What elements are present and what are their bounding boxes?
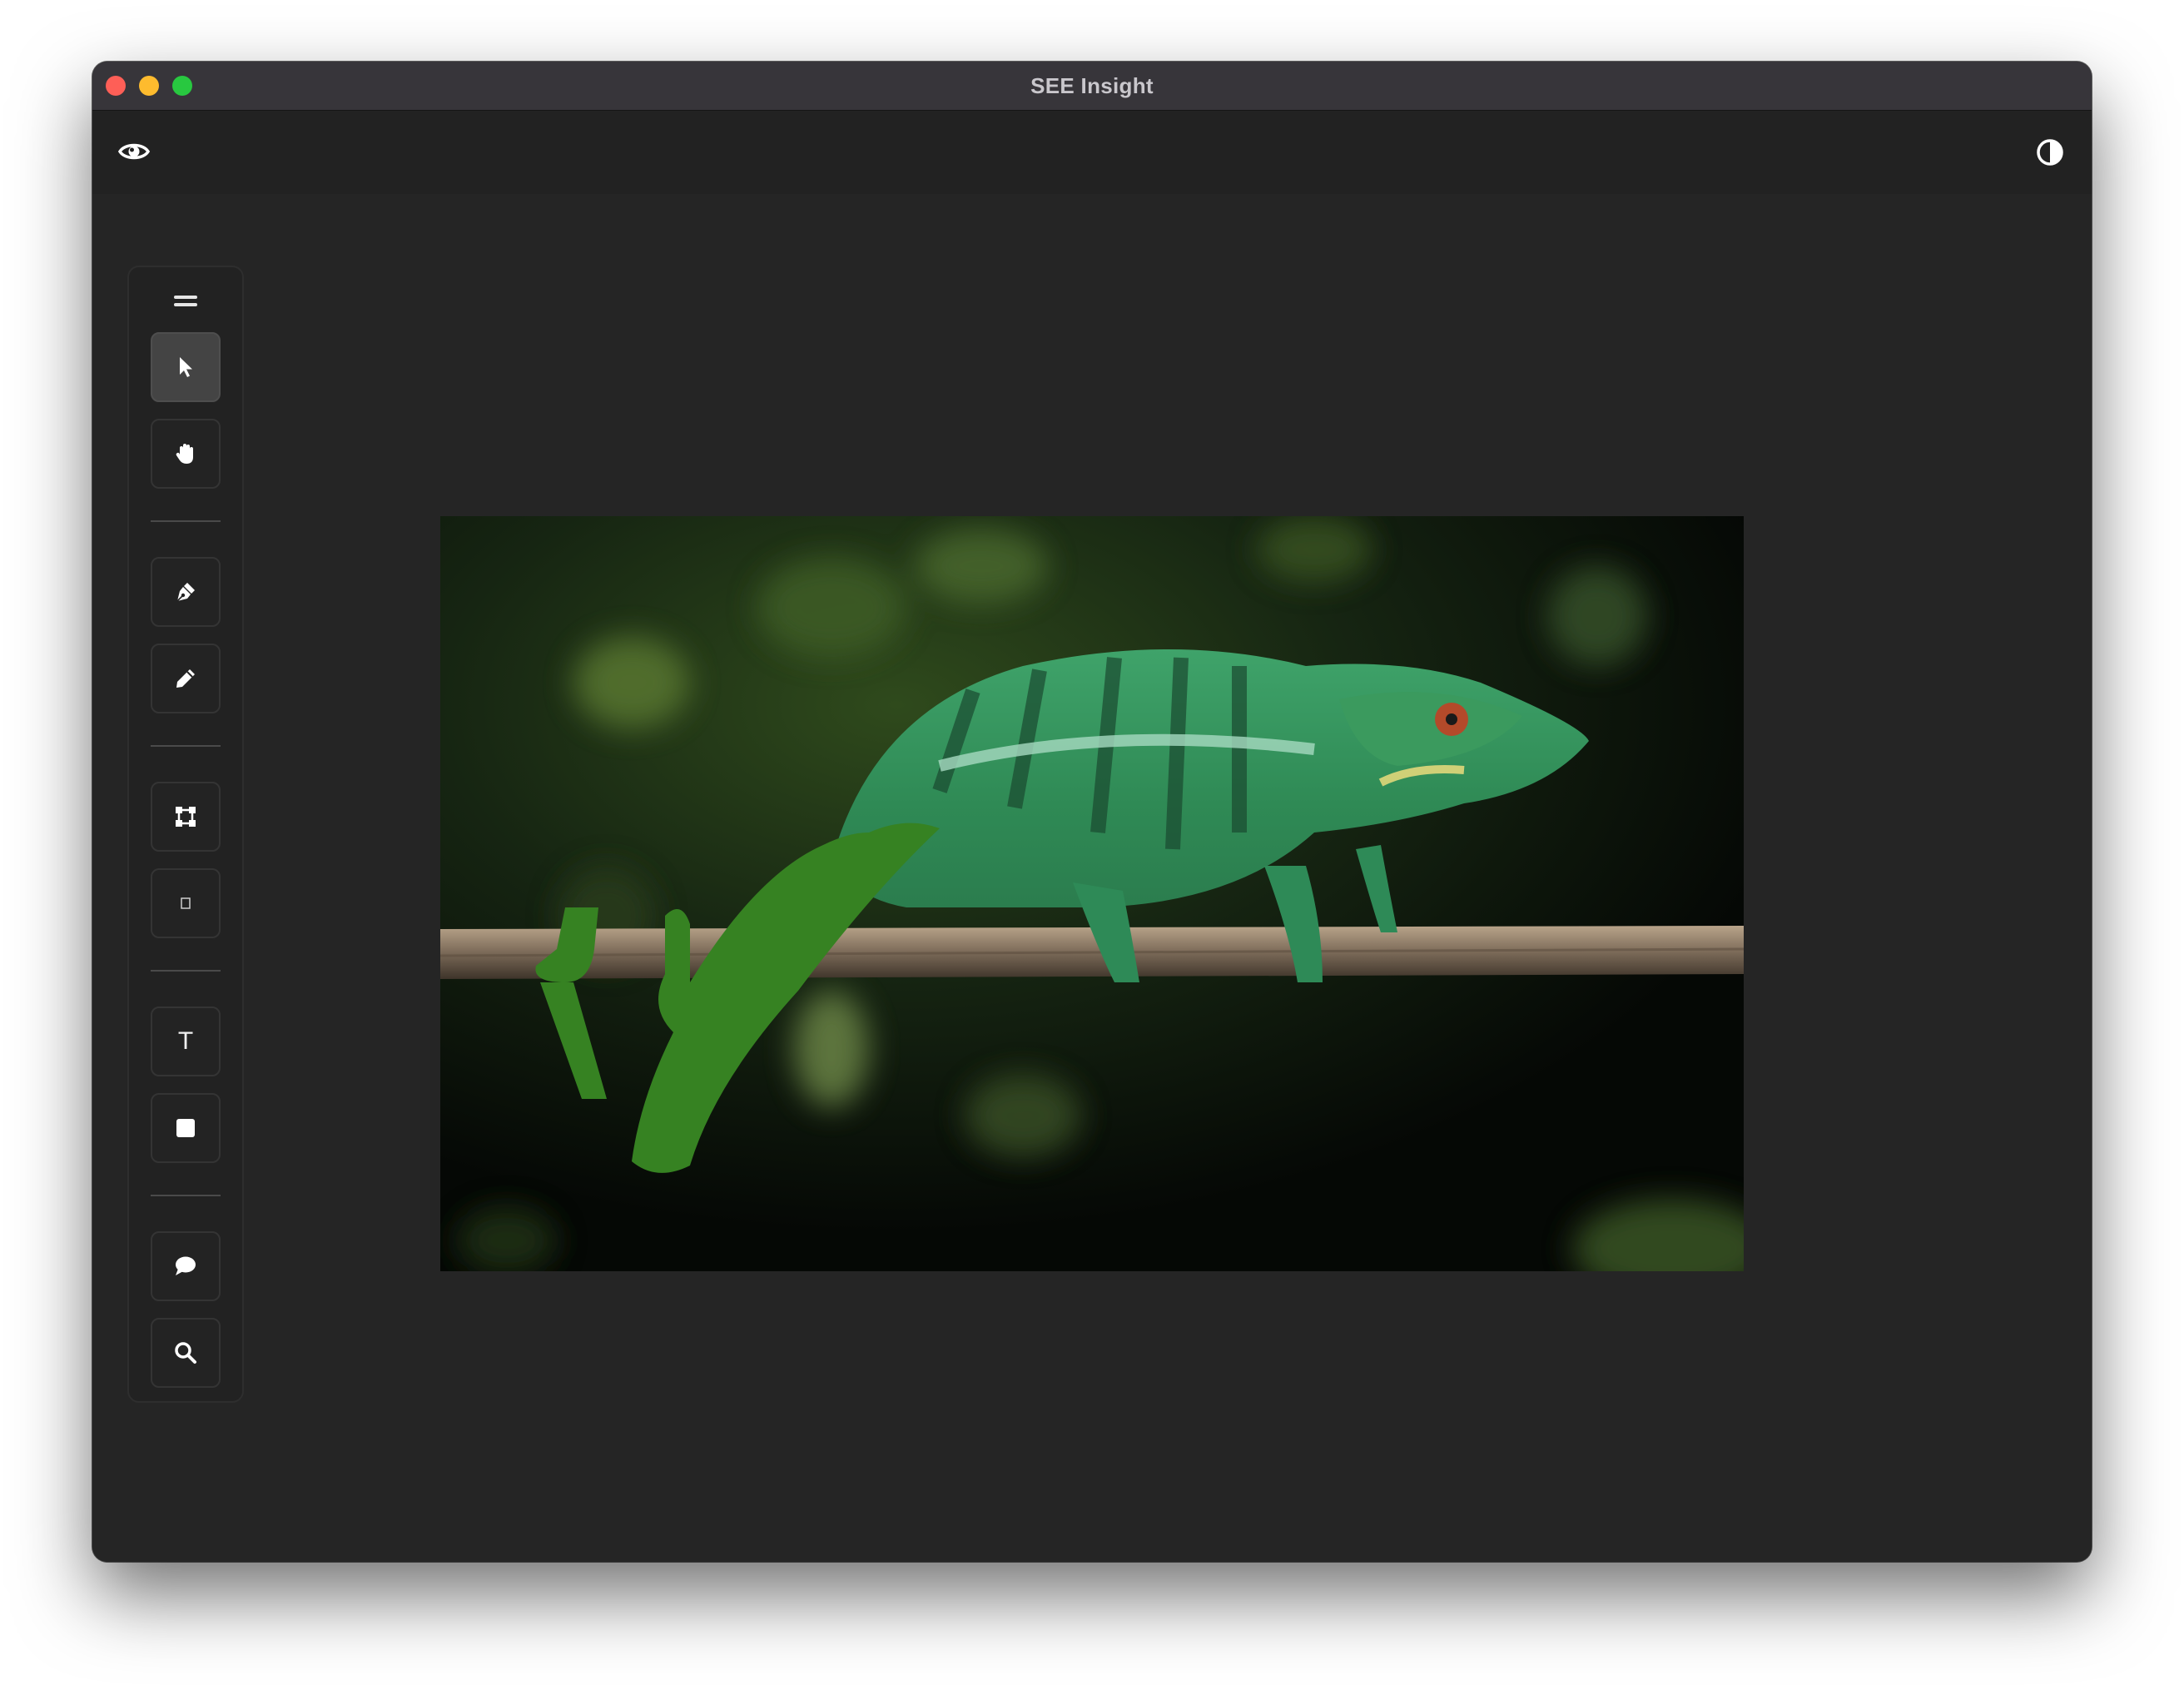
fill-tool-button[interactable] (151, 1093, 221, 1163)
drag-handle-icon[interactable] (174, 296, 197, 309)
canvas-image[interactable] (440, 516, 1744, 1271)
rectangle-tool-button[interactable] (151, 868, 221, 938)
speech-bubble-icon (176, 1256, 196, 1275)
pencil-tool-button[interactable] (151, 644, 221, 713)
toolbar-divider (151, 970, 221, 972)
toolbar-divider (151, 520, 221, 522)
contrast-toggle-icon[interactable] (2033, 136, 2067, 169)
tool-palette: T (127, 266, 244, 1403)
filled-square-icon (176, 1119, 195, 1137)
workspace: T (92, 194, 2092, 1562)
text-icon: T (177, 1027, 194, 1055)
polygon-tool-button[interactable] (151, 782, 221, 852)
select-tool-button[interactable] (151, 332, 221, 402)
zoom-tool-button[interactable] (151, 1318, 221, 1388)
toolbar-divider (151, 1195, 221, 1196)
magnifier-icon (175, 1342, 196, 1364)
chameleon-photo (440, 516, 1744, 1271)
pen-tool-button[interactable] (151, 557, 221, 627)
desktop-background: SEE Insight T (0, 0, 2184, 1685)
toolbar-divider (151, 745, 221, 747)
pan-tool-button[interactable] (151, 419, 221, 489)
hand-icon (176, 444, 193, 464)
eye-icon[interactable] (117, 135, 151, 168)
arrow-pointer-icon (180, 357, 192, 377)
text-tool-button[interactable]: T (151, 1007, 221, 1076)
app-header (92, 111, 2092, 194)
pen-nib-icon (176, 583, 195, 602)
pencil-icon (176, 669, 195, 688)
rectangle-outline-icon (181, 897, 191, 909)
app-window: SEE Insight T (92, 62, 2092, 1562)
comment-tool-button[interactable] (151, 1231, 221, 1301)
window-title: SEE Insight (1030, 73, 1154, 98)
bounding-box-icon (176, 807, 196, 827)
title-bar[interactable]: SEE Insight (92, 62, 2092, 111)
